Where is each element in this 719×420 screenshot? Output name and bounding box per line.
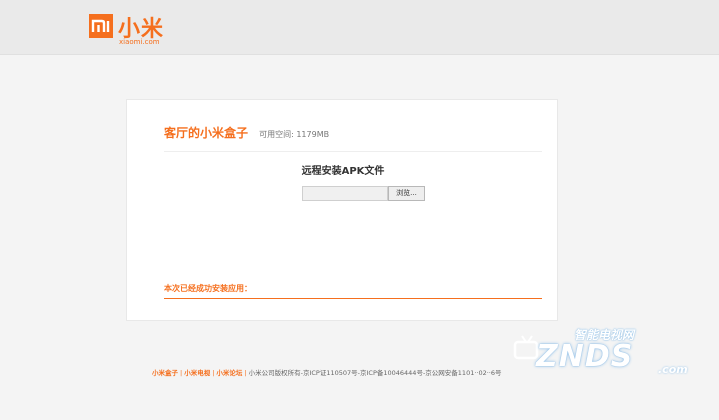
- watermark-suffix-text: .com: [658, 363, 688, 376]
- logo-url: xiaomi.com: [119, 38, 160, 46]
- copyright-text: 小米公司版权所有-京ICP证110507号-京ICP备10046444号-京公网…: [248, 369, 502, 377]
- footer-link-mitv[interactable]: 小米电视: [184, 369, 210, 377]
- header-bar: 小米 xiaomi.com: [0, 0, 719, 55]
- watermark-main-text: ZNDS: [536, 339, 634, 374]
- apk-file-input[interactable]: [302, 186, 388, 201]
- installed-apps-label: 本次已经成功安装应用：: [164, 284, 252, 293]
- device-title: 客厅的小米盒子: [164, 126, 249, 140]
- footer: 小米盒子 | 小米电视 | 小米论坛 | 小米公司版权所有-京ICP证110507号-京IC…: [152, 367, 502, 377]
- znds-watermark: 智能电视网 ZNDS .com: [510, 325, 719, 385]
- install-panel: 客厅的小米盒子 可用空间: 1179MB 远程安装APK文件 浏览... 本次已…: [126, 99, 558, 321]
- title-row: 客厅的小米盒子 可用空间: 1179MB: [164, 122, 329, 141]
- section-title: 远程安装APK文件: [301, 166, 385, 177]
- browse-button[interactable]: 浏览...: [388, 186, 425, 201]
- footer-link-forum[interactable]: 小米论坛: [216, 369, 242, 377]
- free-space-label: 可用空间: 1179MB: [259, 130, 330, 139]
- footer-link-mibox[interactable]: 小米盒子: [152, 369, 178, 377]
- divider: [164, 151, 542, 152]
- mi-logo-icon: [89, 14, 113, 38]
- accent-divider: [164, 298, 542, 299]
